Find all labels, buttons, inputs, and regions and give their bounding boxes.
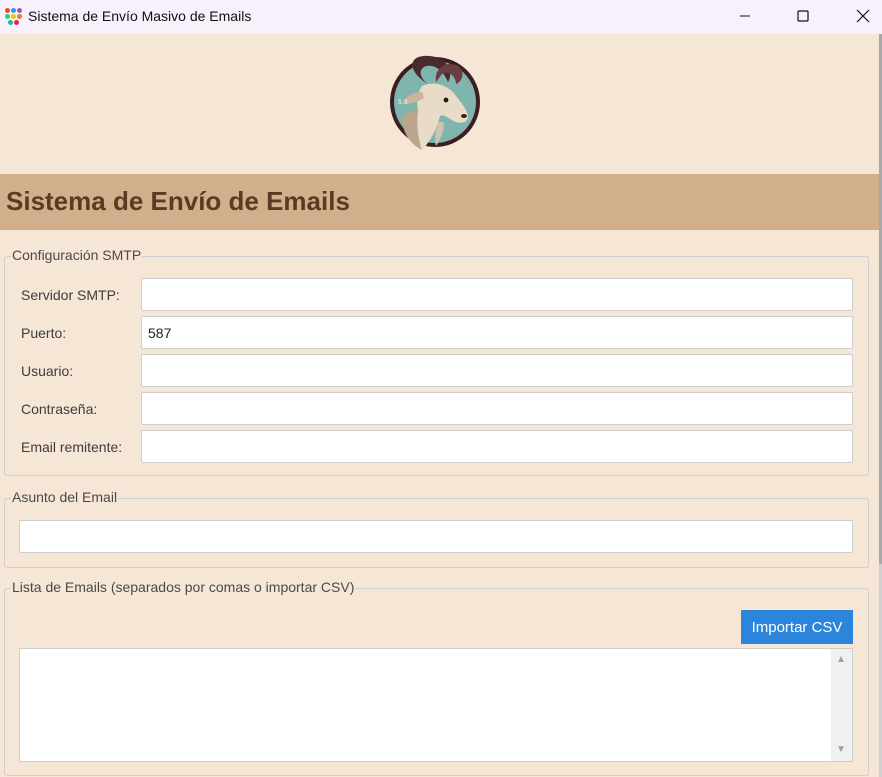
- user-input[interactable]: [141, 354, 853, 387]
- smtp-server-label: Servidor SMTP:: [21, 287, 120, 303]
- smtp-group-title: Configuración SMTP: [11, 247, 143, 263]
- maximize-icon: [797, 10, 809, 22]
- minimize-icon: [740, 15, 750, 17]
- maximize-button[interactable]: [780, 0, 826, 32]
- password-input[interactable]: [141, 392, 853, 425]
- email-list-textarea[interactable]: ▲ ▼: [19, 648, 853, 762]
- email-list-group-title: Lista de Emails (separados por comas o i…: [11, 579, 356, 595]
- close-icon: [856, 9, 870, 23]
- subject-group-title: Asunto del Email: [11, 489, 119, 505]
- main-content: 5 3 Sistema de Envío de Emails Configura…: [0, 34, 879, 777]
- sender-email-input[interactable]: [141, 430, 853, 463]
- scroll-up-icon[interactable]: ▲: [836, 655, 846, 665]
- smtp-server-input[interactable]: [141, 278, 853, 311]
- import-csv-button[interactable]: Importar CSV: [741, 610, 853, 644]
- header-band: Sistema de Envío de Emails: [0, 174, 879, 230]
- sender-email-label: Email remitente:: [21, 439, 123, 455]
- user-label: Usuario:: [21, 363, 74, 379]
- window-titlebar: Sistema de Envío Masivo de Emails: [0, 0, 882, 34]
- port-label: Puerto:: [21, 325, 67, 341]
- scroll-down-icon[interactable]: ▼: [836, 745, 846, 755]
- svg-text:5 3: 5 3: [398, 99, 408, 106]
- port-input[interactable]: [141, 316, 853, 349]
- goat-logo-icon: 5 3: [390, 55, 480, 150]
- window-title: Sistema de Envío Masivo de Emails: [28, 8, 252, 24]
- minimize-button[interactable]: [722, 0, 768, 32]
- app-icon: [4, 7, 22, 25]
- close-button[interactable]: [840, 0, 882, 32]
- textarea-scrollbar[interactable]: ▲ ▼: [831, 649, 852, 761]
- subject-input[interactable]: [19, 520, 853, 553]
- page-title: Sistema de Envío de Emails: [6, 186, 350, 216]
- password-label: Contraseña:: [21, 401, 98, 417]
